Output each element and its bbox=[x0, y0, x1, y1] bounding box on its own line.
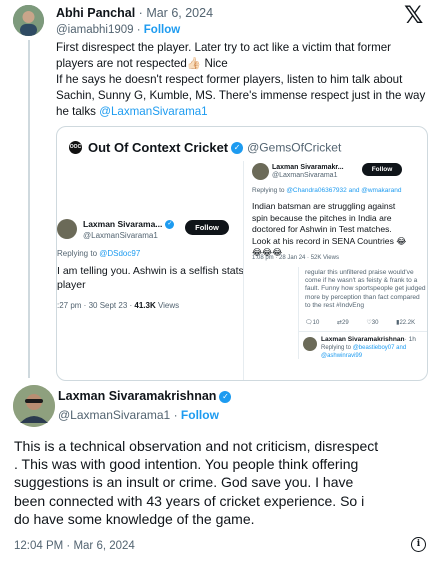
avatar[interactable] bbox=[13, 5, 44, 36]
quote-text-line: to the rest #IndvEng bbox=[305, 301, 365, 309]
quote-text-line: regular this unfiltered praise would've bbox=[305, 269, 414, 276]
quote-text-line: come if he wasn't as feisty & frank to a bbox=[305, 277, 418, 285]
quote-stats: 🗨10 ⇄29 ♡30 ▮22.2K bbox=[305, 319, 427, 326]
author-name[interactable]: Laxman Sivaramakrishnan ✓ bbox=[58, 389, 235, 403]
author-handle[interactable]: @iamabhi1909 bbox=[56, 24, 134, 36]
screenshot-tweet-text: Indian batsman are struggling against sp… bbox=[252, 201, 406, 259]
screenshot-author-handle: @LaxmanSivarama1 bbox=[83, 231, 158, 240]
avatar bbox=[303, 337, 317, 351]
tweet-text-line: he talks @LaxmanSivarama1 bbox=[56, 105, 208, 118]
tweet-text: First disrespect the player. Later try t… bbox=[56, 40, 436, 120]
screenshot-follow-button: Follow bbox=[362, 163, 402, 176]
tweet-text-line: players are not respected👍🏻 Nice bbox=[56, 57, 228, 70]
reply-author: Laxman Sivaramakrishnan· 1h bbox=[321, 336, 416, 343]
screenshot-reply-to: Replying to @DSdoc97 bbox=[57, 249, 141, 258]
avatar[interactable] bbox=[13, 385, 55, 427]
screenshot-text-line: Indian batsman are struggling against bbox=[252, 201, 396, 211]
screenshot-meta: :27 pm · 30 Sept 23 · 41.3K Views bbox=[57, 301, 180, 310]
screenshot-meta: 1:08 pm · 28 Jan 24 · 52K Views bbox=[252, 255, 339, 261]
quote-text-line: more by perception than fact compared bbox=[305, 293, 420, 301]
avatar bbox=[57, 219, 77, 239]
screenshot-text-line: Look at his record in SENA Countries 😂 bbox=[252, 235, 407, 246]
embedded-media-card[interactable]: OOC Out Of Context Cricket ✓ @GemsOfCricket… bbox=[56, 126, 428, 381]
follow-button[interactable]: Follow bbox=[144, 24, 180, 36]
tweet-text: This is a technical observation and not … bbox=[14, 437, 378, 528]
screenshot-text-line: doctored for Ashwin in Test matches. bbox=[252, 224, 392, 235]
author-name[interactable]: Abhi Panchal bbox=[56, 6, 135, 20]
screenshot-reply-to: Replying to @Chandra06367932 and @wmakar… bbox=[252, 187, 402, 194]
verified-icon: ✓ bbox=[231, 141, 244, 154]
screenshot-text-line: player bbox=[57, 279, 86, 291]
screenshot-author-handle: @LaxmanSivarama1 bbox=[272, 172, 338, 179]
tweet-text-line: Sachin, Sunny G, Kumble, MS. There's imm… bbox=[56, 89, 426, 102]
follow-button[interactable]: Follow bbox=[181, 408, 219, 422]
mention-link[interactable]: @LaxmanSivarama1 bbox=[99, 105, 207, 118]
author-handle-row: @iamabhi1909 · Follow bbox=[56, 24, 181, 36]
thread-line bbox=[28, 40, 30, 378]
verified-icon: ✓ bbox=[219, 390, 232, 403]
screenshot-author-name: Laxman Sivarama... ✓ bbox=[83, 219, 175, 230]
divider bbox=[299, 331, 427, 332]
tweet-text-line: been connected with 43 years of cricket … bbox=[14, 492, 365, 509]
card-account-name: Out Of Context Cricket bbox=[88, 140, 229, 156]
ooc-logo-icon: OOC bbox=[69, 141, 82, 155]
quote-text-line: fault. Funny how sportspeople get judged bbox=[305, 285, 426, 293]
tweet-text-line: do have some knowledge of the game. bbox=[14, 510, 255, 527]
reply-count: 🗨10 bbox=[305, 320, 320, 326]
screenshot-text-line: I am telling you. Ashwin is a selfish st… bbox=[57, 265, 244, 277]
screenshot-right: Laxman Sivaramakr... @LaxmanSivarama1 Fo… bbox=[243, 161, 427, 380]
info-icon[interactable]: i bbox=[411, 537, 426, 552]
x-logo-icon[interactable]: 𝕏 bbox=[404, 4, 423, 28]
card-account-handle: @GemsOfCricket bbox=[247, 140, 342, 155]
tweet-date[interactable]: Mar 6, 2024 bbox=[146, 6, 213, 20]
retweet-count: ⇄29 bbox=[336, 320, 349, 326]
screenshot-left: Laxman Sivarama... ✓ @LaxmanSivarama1 Fol… bbox=[57, 209, 245, 339]
tweet-text-line: . This was with good intention. You peop… bbox=[14, 456, 359, 473]
screenshot-quote: regular this unfiltered praise would've … bbox=[298, 267, 427, 359]
reply-to: Replying to @beastieboy07 and @ashwinrav… bbox=[321, 345, 407, 359]
author-handle-row: @LaxmanSivarama1 · Follow bbox=[58, 408, 219, 422]
avatar bbox=[252, 163, 269, 180]
author-handle[interactable]: @LaxmanSivarama1 bbox=[58, 408, 170, 422]
screenshot-text-line: spin because the pitches in India are bbox=[252, 212, 392, 223]
card-account: OOC Out Of Context Cricket ✓ @GemsOfCricket bbox=[69, 140, 341, 155]
tweet-text-line: This is a technical observation and not … bbox=[14, 438, 379, 454]
verified-icon: ✓ bbox=[165, 220, 175, 230]
tweet-text-line: suggestions is an insult or crime. God s… bbox=[14, 474, 354, 491]
tweet-timestamp[interactable]: 12:04 PM · Mar 6, 2024 bbox=[14, 540, 135, 552]
screenshot-tweet-text: I am telling you. Ashwin is a selfish st… bbox=[57, 264, 247, 292]
tweet-text-line: If he says he doesn't respect former pla… bbox=[56, 73, 403, 86]
like-count: ♡30 bbox=[366, 320, 379, 326]
tweet-text-line: First disrespect the player. Later try t… bbox=[56, 41, 392, 54]
view-count: ▮22.2K bbox=[396, 320, 416, 326]
screenshot-author-name: Laxman Sivaramakr... bbox=[272, 164, 344, 171]
tweet-header: Abhi Panchal · Mar 6, 2024 bbox=[56, 6, 214, 20]
quote-text: regular this unfiltered praise would've … bbox=[305, 269, 426, 310]
screenshot-follow-button: Follow bbox=[185, 220, 229, 235]
